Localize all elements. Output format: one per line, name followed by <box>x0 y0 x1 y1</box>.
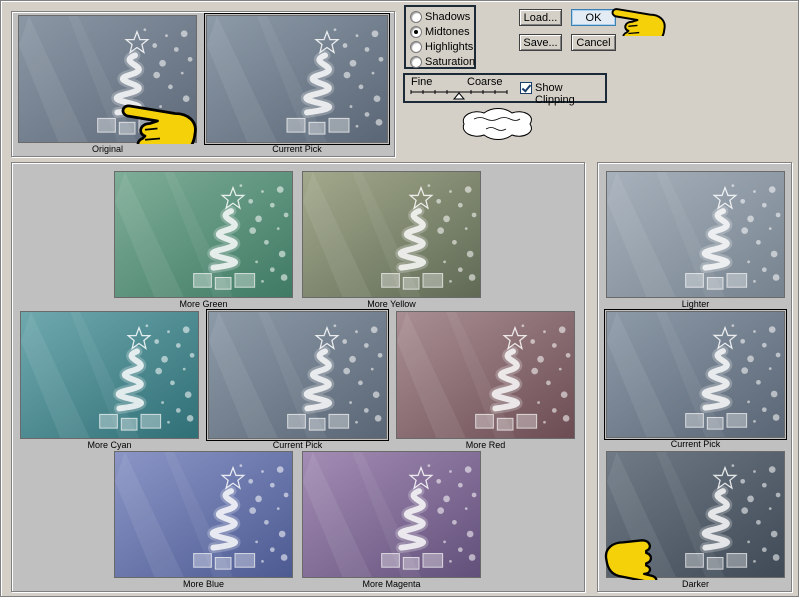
current-pick-right-thumbnail[interactable]: Current Pick <box>604 309 787 451</box>
slider-thumb[interactable] <box>452 92 466 100</box>
radio-shadows[interactable]: Shadows <box>410 9 470 24</box>
current-pick-top-image <box>204 13 390 145</box>
lighter-image[interactable] <box>606 171 785 298</box>
more-red-label: More Red <box>465 440 506 450</box>
save-button[interactable]: Save... <box>519 34 562 51</box>
cancel-button[interactable]: Cancel <box>571 34 616 51</box>
more-cyan-label: More Cyan <box>87 440 132 450</box>
more-green-label: More Green <box>179 299 228 309</box>
watermark-logo <box>462 108 532 140</box>
radio-saturation-label: Saturation <box>425 55 476 68</box>
pointing-hand-icon <box>604 539 658 580</box>
current-pick-right-image[interactable] <box>604 309 787 440</box>
show-clipping-checkbox[interactable] <box>520 82 532 94</box>
more-yellow-image[interactable] <box>302 171 481 298</box>
more-blue-image[interactable] <box>114 451 293 578</box>
radio-midtones-label: Midtones <box>425 25 470 38</box>
more-blue-thumbnail[interactable]: More Blue <box>114 451 293 591</box>
current-pick-center-label: Current Pick <box>272 440 323 450</box>
radio-saturation-button[interactable] <box>410 55 422 68</box>
more-cyan-thumbnail[interactable]: More Cyan <box>20 311 199 451</box>
radio-saturation[interactable]: Saturation <box>410 54 475 69</box>
radio-midtones[interactable]: Midtones <box>410 24 470 39</box>
original-label: Original <box>91 144 123 154</box>
show-clipping-label: Show Clipping <box>535 82 575 106</box>
current-pick-top-label: Current Pick <box>272 144 322 154</box>
radio-shadows-label: Shadows <box>425 10 471 23</box>
more-magenta-thumbnail[interactable]: More Magenta <box>302 451 481 591</box>
radio-highlights-button[interactable] <box>410 40 422 53</box>
more-magenta-image[interactable] <box>302 451 481 578</box>
more-magenta-label: More Magenta <box>362 579 421 589</box>
tonal-range-group: Shadows Midtones Highlights Saturation <box>404 5 476 69</box>
current-pick-center-thumbnail[interactable]: Current Pick <box>206 309 389 451</box>
radio-midtones-button[interactable] <box>410 25 422 38</box>
radio-highlights-label: Highlights <box>425 40 474 53</box>
fine-coarse-slider[interactable] <box>407 88 511 102</box>
current-pick-top-thumbnail: Current Pick <box>204 13 390 155</box>
radio-highlights[interactable]: Highlights <box>410 39 473 54</box>
pointing-hand-icon <box>611 8 666 36</box>
more-yellow-thumbnail[interactable]: More Yellow <box>302 171 481 311</box>
more-red-image[interactable] <box>396 311 575 439</box>
coarse-label: Coarse <box>467 76 503 88</box>
darker-label: Darker <box>681 579 709 589</box>
more-green-thumbnail[interactable]: More Green <box>114 171 293 311</box>
pointing-hand-icon <box>121 104 197 144</box>
radio-shadows-button[interactable] <box>410 10 422 23</box>
lighter-label: Lighter <box>681 299 710 309</box>
lighter-thumbnail[interactable]: Lighter <box>606 171 785 311</box>
adjustment-group: Fine Coarse Show Clipping <box>403 73 607 106</box>
more-cyan-image[interactable] <box>20 311 199 439</box>
load-button[interactable]: Load... <box>519 9 562 26</box>
fine-label: Fine <box>411 76 433 88</box>
more-yellow-label: More Yellow <box>367 299 416 309</box>
current-pick-center-image[interactable] <box>206 309 389 441</box>
more-blue-label: More Blue <box>182 579 225 589</box>
more-green-image[interactable] <box>114 171 293 298</box>
more-red-thumbnail[interactable]: More Red <box>396 311 575 451</box>
current-pick-right-label: Current Pick <box>670 439 721 449</box>
